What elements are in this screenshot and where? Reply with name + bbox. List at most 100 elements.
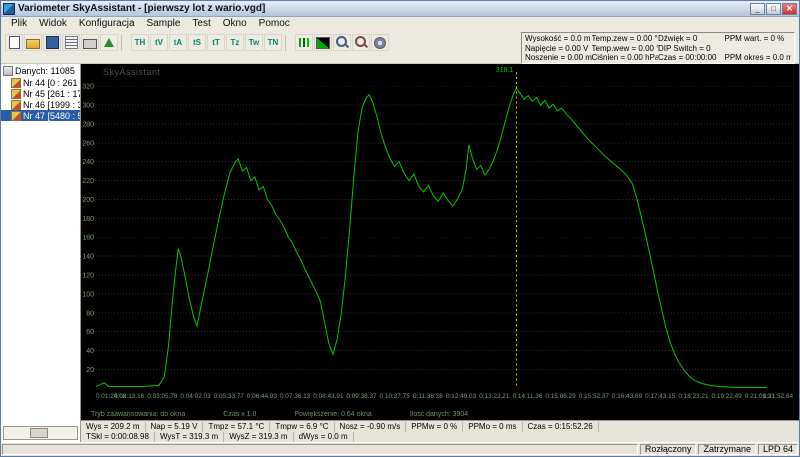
sidebar-item-46[interactable]: Nr 46 [1999 : 3481] [1, 99, 80, 110]
print-button[interactable] [81, 34, 99, 51]
data-block-icon [11, 99, 21, 110]
svg-text:240: 240 [82, 159, 94, 166]
sidebar-item-47[interactable]: Nr 47 [5480 : 5630] [1, 110, 80, 121]
svg-text:120: 120 [82, 273, 94, 280]
main-area: Danych: 11085 Nr 44 [0 : 261 ] Nr 45 [261… [1, 64, 799, 442]
trace-tz-icon: Tz [230, 38, 240, 47]
maximize-button[interactable]: □ [766, 2, 781, 15]
sidebar-item-label: Nr 44 [0 : 261 ] [23, 77, 80, 88]
telemetry-field: Ciśnien = 0.00 hPa [591, 53, 659, 62]
app-icon [3, 2, 15, 15]
close-button[interactable]: ✕ [782, 2, 797, 15]
measurement-row-1: Wys = 209.2 m Nap = 5.19 V Tmpz = 57.1 °C T… [81, 421, 799, 432]
settings-button[interactable] [371, 34, 389, 51]
sidebar-tree-header[interactable]: Danych: 11085 [1, 64, 80, 77]
statusbar: Rozłączony Zatrzymane LPD 64 [1, 442, 799, 456]
svg-text:0:08:43.91: 0:08:43.91 [313, 393, 344, 400]
menu-item-sample[interactable]: Sample [141, 18, 187, 29]
measurement-field: PPMo = 0 ms [463, 421, 523, 432]
statusbar-message-panel [2, 444, 638, 455]
trace-ts-icon: tS [193, 38, 201, 47]
svg-text:0:21:52.84: 0:21:52.84 [763, 393, 794, 400]
upload-icon [104, 38, 114, 47]
trace-tv-button[interactable]: tV [150, 34, 168, 51]
chart-status-item: Czas x 1.0 [223, 411, 257, 418]
telemetry-field: PPM wart. = 0 % [724, 34, 785, 43]
zoom-out-button[interactable] [352, 34, 370, 51]
svg-text:0:16:43.69: 0:16:43.69 [612, 393, 643, 400]
svg-text:280: 280 [82, 122, 94, 129]
new-file-icon [8, 36, 20, 49]
trace-ts-button[interactable]: tS [188, 34, 206, 51]
chart-watermark: SkyAssistant [103, 67, 161, 77]
svg-text:260: 260 [82, 140, 94, 147]
window-controls: _ □ ✕ [750, 2, 797, 15]
menu-item-widok[interactable]: Widok [33, 18, 73, 29]
menu-item-plik[interactable]: Plik [5, 18, 33, 29]
svg-text:0:19:22.49: 0:19:22.49 [711, 393, 742, 400]
sidebar-header-label: Danych: 11085 [15, 66, 75, 76]
trace-tn-icon: TN [267, 38, 279, 47]
open-file-button[interactable] [24, 34, 42, 51]
measurement-field: Wys = 209.2 m [81, 421, 146, 432]
save-file-button[interactable] [43, 34, 61, 51]
window-title: Variometer SkyAssistant - [pierwszy lot … [18, 3, 266, 14]
chart-area[interactable]: 20 40 60 80 100 120 140 160 180 200 220 240 260 280 30… [81, 64, 799, 420]
trace-tw-button[interactable]: Tw [245, 34, 263, 51]
chart-status-item: Ilość danych: 3904 [409, 411, 469, 418]
trace-th-button[interactable]: TH [131, 34, 149, 51]
trace-tn-button[interactable]: TN [264, 34, 282, 51]
sidebar-item-label: Nr 46 [1999 : 3481] [23, 99, 80, 110]
svg-text:0:06:44.93: 0:06:44.93 [247, 393, 278, 400]
svg-text:0:10:37.75: 0:10:37.75 [380, 393, 411, 400]
svg-text:220: 220 [82, 178, 94, 185]
data-list-icon [64, 36, 78, 49]
trace-tz-button[interactable]: Tz [226, 34, 244, 51]
open-file-icon [26, 38, 40, 49]
telemetry-field: Dźwięk = 0 [658, 34, 698, 43]
svg-text:20: 20 [86, 367, 94, 374]
measurement-field: WysZ = 319.3 m [224, 431, 294, 442]
svg-text:200: 200 [82, 197, 94, 204]
measurement-field: WysT = 319.3 m [155, 431, 225, 442]
svg-text:0:05:33.77: 0:05:33.77 [214, 393, 245, 400]
svg-text:0:03:05.78: 0:03:05.78 [147, 393, 178, 400]
sidebar-item-45[interactable]: Nr 45 [261 : 1738] [1, 88, 80, 99]
altitude-chart-svg: 20 40 60 80 100 120 140 160 180 200 220 240 260 280 30… [82, 67, 794, 400]
trace-tt-button[interactable]: tT [207, 34, 225, 51]
sidebar-item-label: Nr 47 [5480 : 5630] [23, 110, 80, 121]
trace-ta-button[interactable]: tA [169, 34, 187, 51]
new-file-button[interactable] [5, 34, 23, 51]
sidebar-hscrollbar[interactable] [3, 426, 78, 440]
svg-text:140: 140 [82, 254, 94, 261]
svg-text:0:12:49.03: 0:12:49.03 [446, 393, 477, 400]
telemetry-column: Temp.zew = 0.00 °C Temp.wew = 0.00 °C Ciśn… [592, 34, 659, 62]
sidebar-hscrollbar-thumb[interactable] [30, 428, 48, 438]
chart-area-button[interactable] [314, 34, 332, 51]
data-list-button[interactable] [62, 34, 80, 51]
measurement-field: Nap = 5.19 V [146, 421, 204, 432]
minimize-button[interactable]: _ [750, 2, 765, 15]
zoom-in-button[interactable] [333, 34, 351, 51]
svg-text:40: 40 [86, 348, 94, 355]
menu-item-test[interactable]: Test [186, 18, 216, 29]
chart-status-line: Tryb zaawansowania: do okna Czas x 1.0 Pow… [91, 411, 795, 418]
sidebar-item-44[interactable]: Nr 44 [0 : 261 ] [1, 77, 80, 88]
menu-item-pomoc[interactable]: Pomoc [253, 18, 296, 29]
toolbar-separator [285, 34, 292, 51]
measurement-bar: Wys = 209.2 m Nap = 5.19 V Tmpz = 57.1 °C T… [81, 420, 799, 442]
print-icon [83, 39, 97, 49]
chart-bars-button[interactable] [295, 34, 313, 51]
data-block-icon [11, 88, 21, 99]
svg-text:0:18:23.21: 0:18:23.21 [678, 393, 709, 400]
menu-item-konfiguracja[interactable]: Konfiguracja [73, 18, 141, 29]
upload-button[interactable] [100, 34, 118, 51]
chart-column: 20 40 60 80 100 120 140 160 180 200 220 240 260 280 30… [81, 64, 799, 442]
data-root-icon [3, 66, 13, 76]
trace-tv-icon: tV [155, 38, 163, 47]
svg-text:0:15:52.37: 0:15:52.37 [579, 393, 610, 400]
menu-item-okno[interactable]: Okno [217, 18, 253, 29]
measurement-field: Tmpw = 6.9 °C [270, 421, 335, 432]
sidebar: Danych: 11085 Nr 44 [0 : 261 ] Nr 45 [261… [1, 64, 81, 442]
telemetry-field: PPM okres = 0.0 ms [724, 53, 792, 62]
